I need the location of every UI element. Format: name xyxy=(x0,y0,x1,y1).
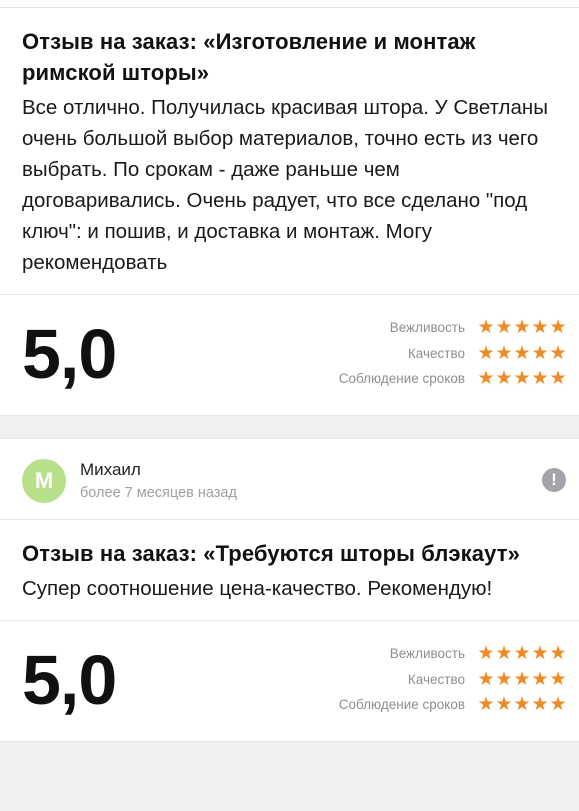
star-rating: ★ ★ ★ ★ ★ xyxy=(477,318,567,337)
star-icon: ★ xyxy=(495,667,513,690)
star-icon: ★ xyxy=(549,667,567,690)
review-text: Супер соотношение цена-качество. Рекомен… xyxy=(22,577,493,600)
star-rating: ★ ★ ★ ★ ★ xyxy=(477,644,567,663)
avatar[interactable]: М xyxy=(22,459,66,503)
criterion-deadlines: Соблюдение сроков ★ ★ ★ ★ ★ xyxy=(267,366,567,392)
criteria-list: Вежливость ★ ★ ★ ★ ★ Качество ★ ★ ★ ★ ★ Соблюден… xyxy=(267,315,567,392)
star-icon: ★ xyxy=(531,642,549,665)
criterion-label: Качество xyxy=(407,671,465,687)
criterion-quality: Качество ★ ★ ★ ★ ★ xyxy=(267,667,567,693)
review-body: Отзыв на заказ: «Изготовление и монтаж р… xyxy=(0,8,579,294)
review-title: Отзыв на заказ: «Требуются шторы блэкаут… xyxy=(22,541,520,566)
criterion-deadlines: Соблюдение сроков ★ ★ ★ ★ ★ xyxy=(267,692,567,718)
star-icon: ★ xyxy=(531,667,549,690)
author-header: М Михаил более 7 месяцев назад ! xyxy=(0,439,579,519)
overall-score: 5,0 xyxy=(22,641,117,719)
star-icon: ★ xyxy=(495,693,513,716)
star-icon: ★ xyxy=(513,367,531,390)
criterion-politeness: Вежливость ★ ★ ★ ★ ★ xyxy=(267,315,567,341)
criterion-label: Вежливость xyxy=(389,320,465,336)
review-card-1: Отзыв на заказ: «Изготовление и монтаж р… xyxy=(0,0,579,415)
bottom-edge xyxy=(0,741,579,757)
criterion-quality: Качество ★ ★ ★ ★ ★ xyxy=(267,341,567,367)
exclamation-icon[interactable]: ! xyxy=(542,468,566,492)
star-icon: ★ xyxy=(513,316,531,339)
star-icon: ★ xyxy=(477,367,495,390)
card-separator xyxy=(0,415,579,439)
star-icon: ★ xyxy=(549,642,567,665)
review-card-2: М Михаил более 7 месяцев назад ! Отзыв н… xyxy=(0,439,579,741)
review-time: более 7 месяцев назад xyxy=(80,485,237,501)
criteria-list: Вежливость ★ ★ ★ ★ ★ Качество ★ ★ ★ ★ ★ Соблюден… xyxy=(267,641,567,718)
star-icon: ★ xyxy=(549,693,567,716)
review-title: Отзыв на заказ: «Изготовление и монтаж р… xyxy=(22,29,476,85)
star-icon: ★ xyxy=(513,642,531,665)
criterion-politeness: Вежливость ★ ★ ★ ★ ★ xyxy=(267,641,567,667)
rating-block: 5,0 Вежливость ★ ★ ★ ★ ★ Качество ★ ★ ★ ★ ★ Собл… xyxy=(0,295,579,415)
star-icon: ★ xyxy=(531,316,549,339)
star-rating: ★ ★ ★ ★ ★ xyxy=(477,695,567,714)
star-icon: ★ xyxy=(495,367,513,390)
star-icon: ★ xyxy=(531,341,549,364)
star-rating: ★ ★ ★ ★ ★ xyxy=(477,369,567,388)
star-icon: ★ xyxy=(477,642,495,665)
star-icon: ★ xyxy=(495,341,513,364)
star-icon: ★ xyxy=(477,693,495,716)
star-icon: ★ xyxy=(549,316,567,339)
star-rating: ★ ★ ★ ★ ★ xyxy=(477,667,567,690)
star-icon: ★ xyxy=(513,341,531,364)
star-rating: ★ ★ ★ ★ ★ xyxy=(477,341,567,364)
rating-block: 5,0 Вежливость ★ ★ ★ ★ ★ Качество ★ ★ ★ ★ ★ Собл… xyxy=(0,621,579,741)
star-icon: ★ xyxy=(549,341,567,364)
star-icon: ★ xyxy=(495,316,513,339)
star-icon: ★ xyxy=(477,341,495,364)
star-icon: ★ xyxy=(495,642,513,665)
card-top-edge xyxy=(0,0,579,8)
overall-score: 5,0 xyxy=(22,315,117,393)
criterion-label: Соблюдение сроков xyxy=(338,697,465,713)
criterion-label: Соблюдение сроков xyxy=(338,371,465,387)
star-icon: ★ xyxy=(531,693,549,716)
author-name[interactable]: Михаил xyxy=(80,460,141,480)
criterion-label: Вежливость xyxy=(389,646,465,662)
star-icon: ★ xyxy=(549,367,567,390)
criterion-label: Качество xyxy=(407,345,465,361)
review-text: Все отлично. Получилась красивая штора. … xyxy=(22,96,548,274)
star-icon: ★ xyxy=(531,367,549,390)
star-icon: ★ xyxy=(513,667,531,690)
review-body: Отзыв на заказ: «Требуются шторы блэкаут… xyxy=(0,520,579,620)
star-icon: ★ xyxy=(513,693,531,716)
star-icon: ★ xyxy=(477,316,495,339)
star-icon: ★ xyxy=(477,667,495,690)
